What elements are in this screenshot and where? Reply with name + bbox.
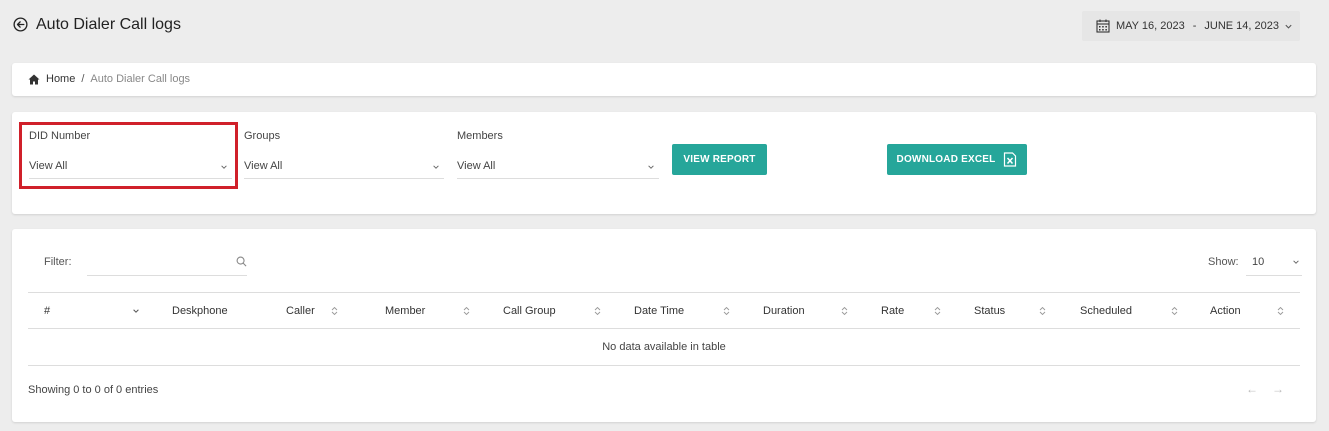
chevron-down-icon bbox=[1285, 24, 1292, 29]
home-icon bbox=[28, 74, 40, 84]
breadcrumb-home[interactable]: Home bbox=[46, 73, 75, 85]
column-header-duration[interactable]: Duration bbox=[763, 293, 805, 329]
excel-file-icon bbox=[1004, 152, 1017, 167]
groups-select[interactable]: View All bbox=[244, 153, 444, 179]
chevron-down-icon bbox=[1293, 260, 1299, 264]
chevron-down-icon bbox=[648, 165, 654, 169]
table-header: # Deskphone Caller Member Call Group Dat… bbox=[28, 292, 1300, 329]
column-header-date-time[interactable]: Date Time bbox=[634, 293, 684, 329]
members-value: View All bbox=[457, 159, 496, 172]
sort-icon[interactable] bbox=[841, 306, 848, 316]
column-header-scheduled[interactable]: Scheduled bbox=[1080, 293, 1132, 329]
show-entries-value: 10 bbox=[1252, 255, 1265, 268]
download-excel-button[interactable]: DOWNLOAD EXCEL bbox=[887, 144, 1027, 175]
breadcrumb-card: Home / Auto Dialer Call logs bbox=[12, 63, 1316, 96]
column-header-action[interactable]: Action bbox=[1210, 293, 1241, 329]
page-title: Auto Dialer Call logs bbox=[36, 16, 181, 33]
table-info: Showing 0 to 0 of 0 entries bbox=[28, 384, 159, 396]
table-filter-label: Filter: bbox=[44, 256, 72, 268]
chevron-down-icon bbox=[221, 165, 227, 169]
sort-icon[interactable] bbox=[594, 306, 601, 316]
date-range-picker[interactable]: MAY 16, 2023 - JUNE 14, 2023 bbox=[1082, 11, 1300, 41]
date-end: JUNE 14, 2023 bbox=[1204, 20, 1279, 32]
groups-label: Groups bbox=[244, 130, 281, 142]
members-select[interactable]: View All bbox=[457, 153, 659, 179]
filter-card: DID Number View All Groups View All Memb… bbox=[12, 112, 1316, 214]
column-header-status[interactable]: Status bbox=[974, 293, 1005, 329]
download-excel-label: DOWNLOAD EXCEL bbox=[896, 154, 996, 165]
sort-icon[interactable] bbox=[934, 306, 941, 316]
sort-icon[interactable] bbox=[1171, 306, 1178, 316]
show-entries-label: Show: bbox=[1208, 256, 1239, 268]
did-number-value: View All bbox=[29, 159, 68, 172]
table-card: Filter: Show: 10 # Deskphone Caller Memb… bbox=[12, 229, 1316, 422]
did-number-label: DID Number bbox=[29, 130, 91, 142]
next-page-arrow-icon[interactable]: → bbox=[1272, 382, 1284, 396]
chevron-down-icon bbox=[433, 165, 439, 169]
did-number-select[interactable]: View All bbox=[29, 153, 232, 179]
sort-icon[interactable] bbox=[723, 306, 730, 316]
back-arrow-icon[interactable] bbox=[13, 17, 28, 32]
date-separator: - bbox=[1192, 20, 1197, 32]
view-report-label: VIEW REPORT bbox=[683, 154, 756, 165]
calendar-icon bbox=[1096, 19, 1110, 33]
view-report-button[interactable]: VIEW REPORT bbox=[672, 144, 767, 175]
groups-value: View All bbox=[244, 159, 283, 172]
breadcrumb-current: Auto Dialer Call logs bbox=[90, 73, 191, 85]
breadcrumb-separator: / bbox=[81, 73, 85, 85]
sort-icon[interactable] bbox=[1277, 306, 1284, 316]
empty-table-message: No data available in table bbox=[602, 341, 726, 353]
previous-page-arrow-icon[interactable]: ← bbox=[1246, 382, 1258, 396]
members-label: Members bbox=[457, 130, 503, 142]
search-icon bbox=[236, 256, 247, 267]
show-entries-select[interactable]: 10 bbox=[1246, 248, 1302, 276]
column-header-member[interactable]: Member bbox=[385, 293, 425, 329]
column-header-call-group[interactable]: Call Group bbox=[503, 293, 556, 329]
table-filter-input[interactable] bbox=[87, 248, 247, 276]
sort-icon[interactable] bbox=[331, 306, 338, 316]
column-header-rate[interactable]: Rate bbox=[881, 293, 904, 329]
column-header-caller[interactable]: Caller bbox=[286, 293, 315, 329]
top-bar: Auto Dialer Call logs MAY 16, 2023 - JUN… bbox=[0, 0, 1329, 54]
sort-icon[interactable] bbox=[463, 306, 470, 316]
chevron-down-icon[interactable] bbox=[132, 307, 140, 315]
column-header-deskphone[interactable]: Deskphone bbox=[172, 293, 228, 329]
breadcrumb: Home / Auto Dialer Call logs bbox=[28, 73, 190, 85]
date-start: MAY 16, 2023 bbox=[1116, 20, 1185, 32]
pagination: ← → bbox=[1246, 382, 1284, 396]
sort-icon[interactable] bbox=[1039, 306, 1046, 316]
empty-table-row: No data available in table bbox=[28, 329, 1300, 366]
column-header-index[interactable]: # bbox=[44, 293, 50, 329]
